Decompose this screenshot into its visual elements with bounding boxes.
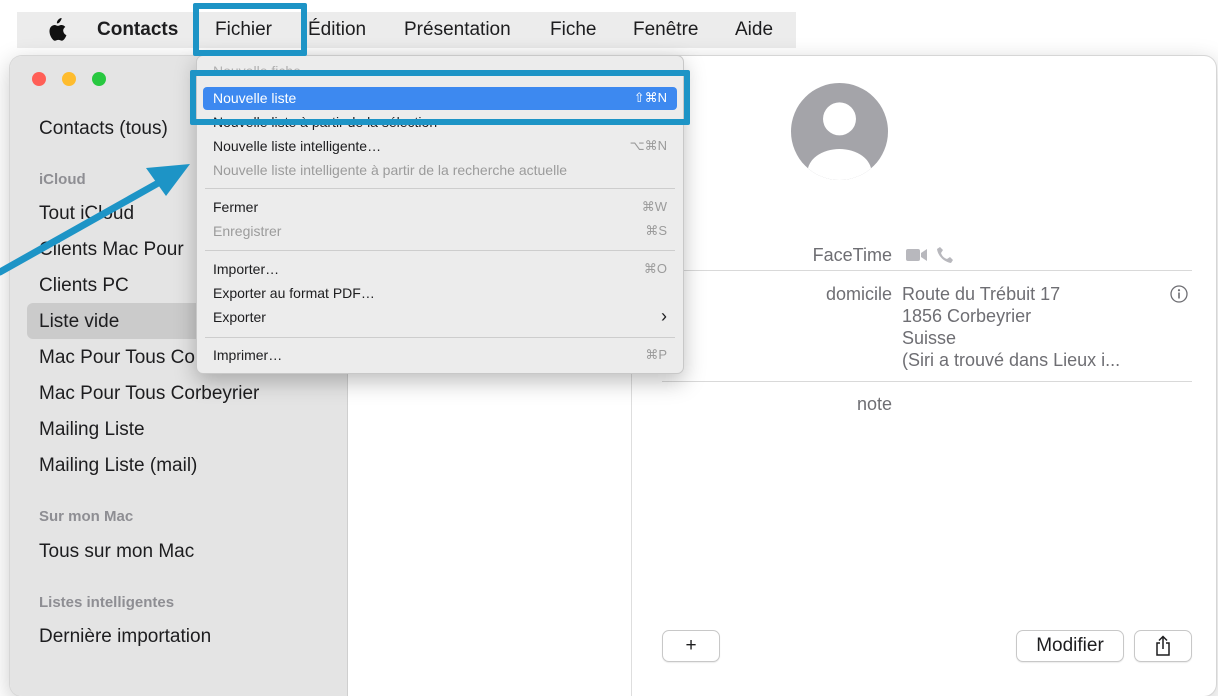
annotation-arrow-icon: [0, 164, 190, 276]
